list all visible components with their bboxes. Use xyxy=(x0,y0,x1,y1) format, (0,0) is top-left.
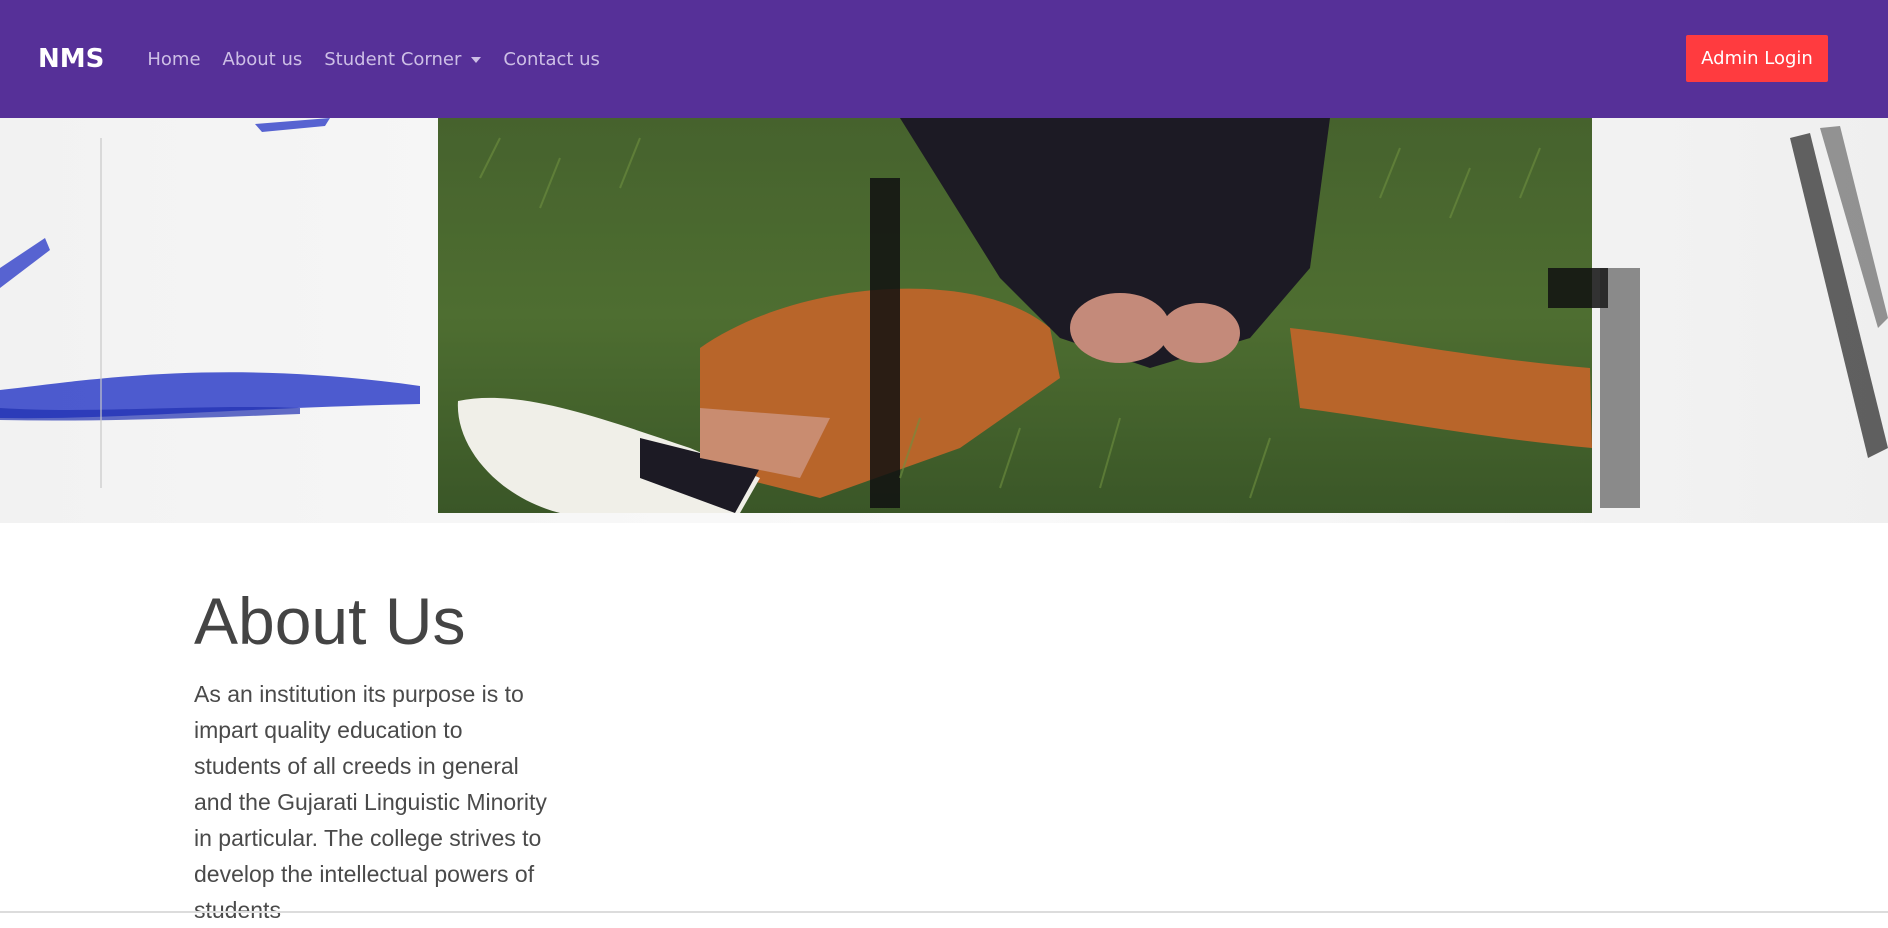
about-section: About Us As an institution its purpose i… xyxy=(194,585,554,928)
about-title: About Us xyxy=(194,584,466,658)
caret-down-icon xyxy=(471,57,482,63)
nav-dropdown-label: Student Corner xyxy=(324,48,462,70)
admin-login-button[interactable]: Admin Login xyxy=(1686,35,1828,82)
nav-link-contact[interactable]: Contact us xyxy=(492,49,611,70)
hero-illustration xyxy=(0,118,1888,523)
hero-banner-image xyxy=(0,118,1888,523)
navbar: NMS Home About us Student Corner Contact… xyxy=(0,0,1888,118)
nav-dropdown-student-corner[interactable]: Student Corner xyxy=(313,49,492,70)
nav-links: Home About us Student Corner Contact us xyxy=(136,49,611,70)
nav-link-home[interactable]: Home xyxy=(136,49,211,70)
nav-link-about[interactable]: About us xyxy=(212,49,314,70)
about-text: As an institution its purpose is to impa… xyxy=(194,680,547,923)
brand-logo[interactable]: NMS xyxy=(38,44,104,74)
